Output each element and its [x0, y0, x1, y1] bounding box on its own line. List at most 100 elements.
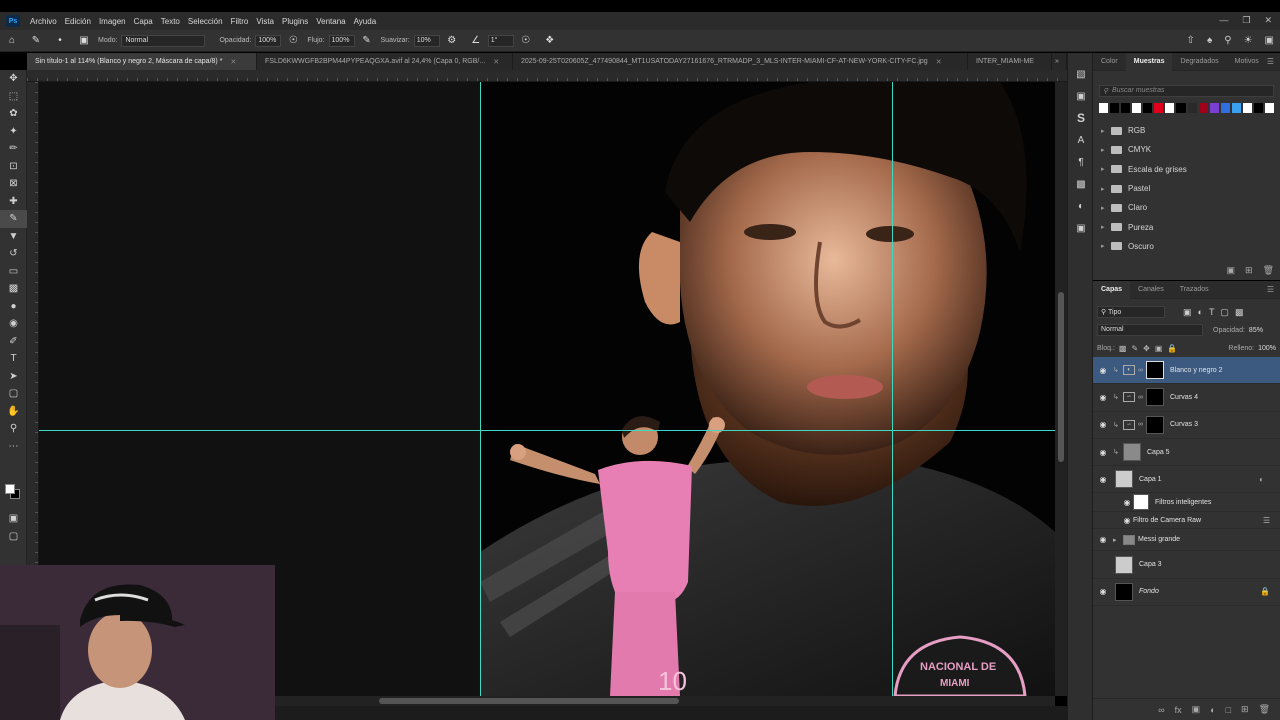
trash-icon[interactable]: 🗑 — [1263, 265, 1274, 276]
layer-row[interactable]: ◉ ↳ ∽ ∞ Curvas 4 — [1093, 384, 1280, 412]
swatch-group-cmyk[interactable]: ▸ CMYK — [1093, 140, 1280, 159]
tab-trazados[interactable]: Trazados — [1172, 281, 1217, 299]
link-layers-icon[interactable]: ∞ — [1158, 705, 1164, 715]
eye-icon[interactable]: ◉ — [1093, 393, 1113, 402]
home-icon[interactable]: ⌂ — [6, 35, 18, 47]
symmetry-icon[interactable]: ❖ — [544, 35, 556, 47]
chevron-right-icon[interactable]: ▸ — [1101, 223, 1109, 231]
stamp-tool-icon[interactable]: ▼ — [0, 228, 27, 246]
menu-seleccion[interactable]: Selección — [184, 17, 227, 26]
menu-vista[interactable]: Vista — [252, 17, 278, 26]
chevron-right-icon[interactable]: ▸ — [1113, 536, 1123, 544]
screen-mode-icon[interactable]: ▢ — [0, 528, 27, 546]
color-swatch[interactable] — [1231, 103, 1241, 113]
more-tabs-icon[interactable]: » — [1052, 53, 1067, 70]
swatch-group-oscuro[interactable]: ▸ Oscuro — [1093, 237, 1280, 256]
eye-icon[interactable]: ◉ — [1093, 587, 1113, 596]
navigator-icon[interactable]: ▣ — [1068, 217, 1094, 239]
layer-row[interactable]: ◉ ↳ ∽ ∞ Curvas 3 — [1093, 412, 1280, 439]
color-swatch[interactable] — [1220, 103, 1230, 113]
layer-name[interactable]: Curvas 4 — [1170, 394, 1198, 401]
tab-muestras[interactable]: Muestras — [1125, 52, 1173, 71]
group-row[interactable]: ◉ ▸ Messi grande — [1093, 529, 1280, 552]
quick-select-tool-icon[interactable]: ✦ — [0, 123, 27, 141]
layer-name[interactable]: Filtro de Camera Raw — [1133, 517, 1201, 524]
layer-thumbnail[interactable] — [1115, 555, 1133, 574]
brush-size-icon[interactable]: • — [54, 35, 66, 47]
tab-inter-miami[interactable]: INTER_MIAMI-ME — [968, 53, 1052, 70]
blend-mode-select[interactable]: Normal — [1097, 324, 1203, 336]
vertical-scrollbar[interactable] — [1055, 82, 1067, 696]
menu-plugins[interactable]: Plugins — [278, 17, 312, 26]
layer-name[interactable]: Blanco y negro 2 — [1170, 367, 1223, 374]
tab-degradados[interactable]: Degradados — [1172, 53, 1226, 71]
healing-tool-icon[interactable]: ✚ — [0, 193, 27, 211]
airbrush-icon[interactable]: ✎ — [361, 35, 373, 47]
filter-mask-thumbnail[interactable] — [1133, 494, 1149, 511]
opacity-field[interactable]: 100% — [255, 34, 282, 47]
eye-icon[interactable]: ◉ — [1093, 448, 1113, 457]
close-tab-icon[interactable]: ✕ — [493, 58, 499, 66]
guide-vertical-2[interactable] — [892, 82, 893, 696]
glyphs-icon[interactable]: ▩ — [1068, 173, 1094, 195]
notifications-icon[interactable]: ♠ — [1207, 35, 1212, 46]
character-icon[interactable]: A — [1068, 129, 1094, 151]
eye-icon[interactable]: ◉ — [1093, 475, 1113, 484]
layer-name[interactable]: Capa 3 — [1139, 561, 1162, 568]
adjustment-icon[interactable]: ◐ — [1210, 705, 1215, 715]
color-swatch[interactable] — [1099, 103, 1109, 113]
hand-tool-icon[interactable]: ✋ — [0, 403, 27, 421]
eye-icon[interactable]: ◉ — [1121, 516, 1133, 525]
document-canvas[interactable]: NACIONAL DE MIAMI 10 — [480, 82, 1055, 696]
angle-field[interactable]: 1° — [487, 34, 514, 47]
chevron-right-icon[interactable]: ▸ — [1101, 127, 1109, 135]
layer-name[interactable]: Capa 5 — [1147, 449, 1170, 456]
new-layer-icon[interactable]: ⊞ — [1241, 704, 1249, 715]
swatch-group-grayscale[interactable]: ▸ Escala de grises — [1093, 160, 1280, 179]
horizontal-ruler[interactable] — [27, 70, 1067, 82]
eraser-tool-icon[interactable]: ▭ — [0, 263, 27, 281]
layer-mask-thumbnail[interactable] — [1146, 361, 1164, 380]
fill-value[interactable]: 100% — [1258, 345, 1276, 352]
link-icon[interactable]: ∞ — [1138, 367, 1146, 374]
scroll-thumb[interactable] — [1058, 292, 1064, 462]
layer-name[interactable]: Fondo — [1139, 588, 1159, 595]
layer-row[interactable]: ◉ ↳ Capa 5 — [1093, 439, 1280, 467]
path-select-tool-icon[interactable]: ➤ — [0, 368, 27, 386]
color-swatch[interactable] — [1253, 103, 1263, 113]
menu-ventana[interactable]: Ventana — [312, 17, 349, 26]
panel-menu-icon[interactable]: ☰ — [1267, 285, 1280, 294]
new-group-icon[interactable]: ▣ — [1227, 265, 1236, 276]
discover-icon[interactable]: ☀ — [1244, 35, 1253, 46]
color-swatch[interactable] — [1110, 103, 1120, 113]
layer-mask-thumbnail[interactable] — [1146, 415, 1164, 434]
marquee-tool-icon[interactable]: ⬚ — [0, 88, 27, 106]
lasso-tool-icon[interactable]: ✿ — [0, 105, 27, 123]
layer-row[interactable]: ◉ ↳ ◐ ∞ Blanco y negro 2 — [1093, 357, 1280, 385]
tab-motivos[interactable]: Motivos — [1227, 53, 1267, 71]
add-mask-icon[interactable]: ▣ — [1192, 704, 1201, 715]
menu-edicion[interactable]: Edición — [61, 17, 95, 26]
layer-name[interactable]: Curvas 3 — [1170, 421, 1198, 428]
filter-options-icon[interactable]: ☰ — [1263, 516, 1270, 525]
chevron-right-icon[interactable]: ▸ — [1101, 165, 1109, 173]
paragraph-icon[interactable]: ¶ — [1068, 151, 1094, 173]
flow-field[interactable]: 100% — [328, 34, 355, 47]
libraries-icon[interactable]: ▧ — [1068, 63, 1094, 85]
color-swatch[interactable] — [1242, 103, 1252, 113]
smoothing-settings-icon[interactable]: ⚙ — [446, 35, 458, 47]
panel-menu-icon[interactable]: ☰ — [1267, 57, 1280, 66]
chevron-right-icon[interactable]: ▸ — [1101, 242, 1109, 250]
swatches-search-input[interactable]: ⚲ Buscar muestras — [1099, 85, 1274, 97]
eye-icon[interactable]: ◉ — [1093, 366, 1113, 375]
search-icon[interactable]: ⚲ — [1224, 35, 1231, 46]
layer-filter-select[interactable]: ⚲ Tipo — [1097, 306, 1165, 318]
color-swatch[interactable] — [1121, 103, 1131, 113]
link-icon[interactable]: ∞ — [1138, 394, 1146, 401]
color-swatch[interactable] — [1187, 103, 1197, 113]
smart-filters-row[interactable]: ◉ Filtros inteligentes — [1093, 493, 1280, 513]
foreground-color-swatch[interactable] — [5, 484, 15, 494]
zoom-tool-icon[interactable]: ⚲ — [0, 420, 27, 438]
tab-2025[interactable]: 2025-09-25T020605Z_477490844_MT1USATODAY… — [513, 53, 968, 70]
crop-tool-icon[interactable]: ⊡ — [0, 158, 27, 176]
